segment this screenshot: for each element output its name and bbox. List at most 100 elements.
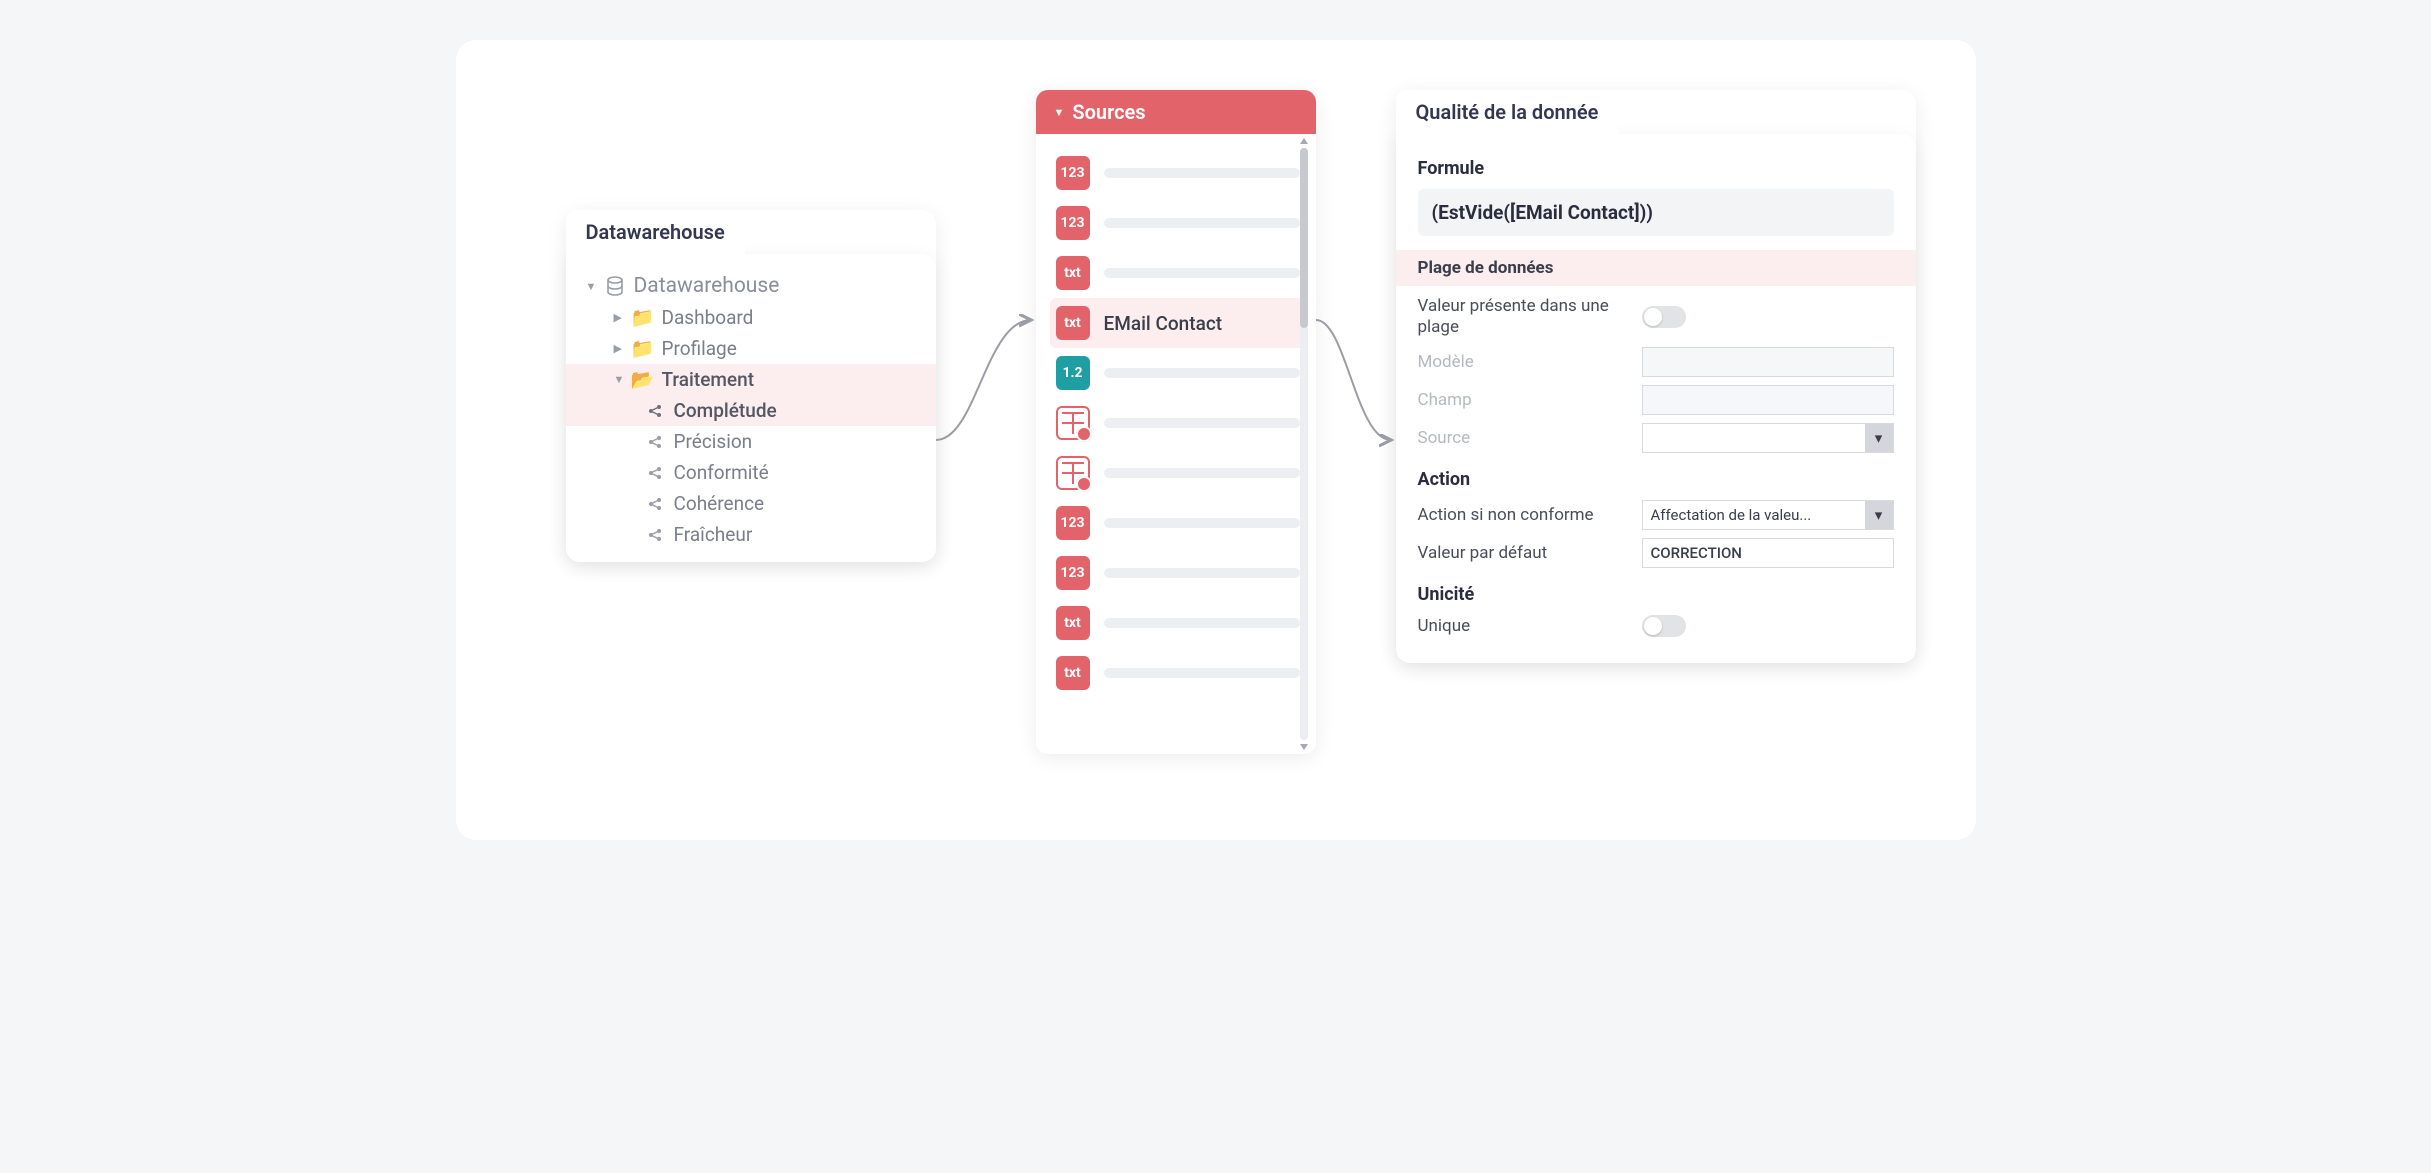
number-type-icon: 123 bbox=[1056, 206, 1090, 240]
valeur-presente-label: Valeur présente dans une plage bbox=[1418, 296, 1628, 339]
toggle-unique[interactable] bbox=[1642, 615, 1686, 637]
folder-icon: 📁 bbox=[632, 337, 654, 360]
panel3-tab: Qualité de la donnée bbox=[1396, 90, 1619, 134]
modele-input[interactable] bbox=[1642, 347, 1894, 377]
sources-list: 123 123 txt txt EMail Contact 1.2 123 123 txt txt bbox=[1036, 134, 1316, 754]
valeur-defaut-label: Valeur par défaut bbox=[1418, 543, 1628, 563]
number-type-icon: 123 bbox=[1056, 506, 1090, 540]
tree-label: Conformité bbox=[674, 461, 769, 484]
share-icon bbox=[644, 403, 666, 419]
placeholder-line bbox=[1104, 468, 1300, 478]
txt-type-icon: txt bbox=[1056, 606, 1090, 640]
tree-label: Dashboard bbox=[662, 306, 754, 329]
tree-label: Profilage bbox=[662, 337, 737, 360]
connector-arrow-icon bbox=[1316, 310, 1396, 460]
placeholder-line bbox=[1104, 368, 1300, 378]
valeur-defaut-value: CORRECTION bbox=[1651, 544, 1742, 562]
source-row[interactable]: 123 bbox=[1050, 198, 1306, 248]
database-icon bbox=[604, 276, 626, 296]
placeholder-line bbox=[1104, 168, 1300, 178]
share-icon bbox=[644, 527, 666, 543]
caret-right-icon: ▶ bbox=[614, 342, 624, 355]
formula-box[interactable]: (EstVide([EMail Contact])) bbox=[1418, 189, 1894, 236]
placeholder-line bbox=[1104, 668, 1300, 678]
action-si-label: Action si non conforme bbox=[1418, 505, 1628, 525]
valeur-defaut-input[interactable]: CORRECTION bbox=[1642, 538, 1894, 568]
unique-label: Unique bbox=[1418, 616, 1628, 636]
txt-type-icon: txt bbox=[1056, 656, 1090, 690]
scrollbar-thumb[interactable] bbox=[1300, 148, 1308, 328]
placeholder-line bbox=[1104, 218, 1300, 228]
tree-item-fraicheur[interactable]: Fraîcheur bbox=[566, 519, 936, 550]
placeholder-line bbox=[1104, 618, 1300, 628]
caret-down-icon: ▼ bbox=[586, 280, 596, 293]
source-row[interactable]: txt bbox=[1050, 598, 1306, 648]
placeholder-line bbox=[1104, 518, 1300, 528]
folder-open-icon: 📂 bbox=[632, 368, 654, 391]
toggle-valeur-presente[interactable] bbox=[1642, 306, 1686, 328]
action-select[interactable]: Affectation de la valeu... ▾ bbox=[1642, 500, 1894, 530]
tree: ▼ Datawarehouse ▶ 📁 Dashboard ▶ 📁 Profil… bbox=[566, 266, 936, 550]
tree-item-coherence[interactable]: Cohérence bbox=[566, 488, 936, 519]
panel-sources: ▼ Sources 123123txttxtEMail Contact1.212… bbox=[1036, 90, 1316, 754]
chevron-down-icon: ▾ bbox=[1865, 424, 1893, 452]
source-row[interactable]: 123 bbox=[1050, 148, 1306, 198]
number-type-icon: 123 bbox=[1056, 156, 1090, 190]
placeholder-line bbox=[1104, 268, 1300, 278]
tree-item-dashboard[interactable]: ▶ 📁 Dashboard bbox=[566, 302, 936, 333]
tree-item-traitement[interactable]: ▼ 📂 Traitement bbox=[566, 364, 936, 395]
datetime-icon bbox=[1056, 406, 1090, 440]
unicite-heading: Unicité bbox=[1418, 584, 1894, 605]
number-type-icon: 123 bbox=[1056, 556, 1090, 590]
source-row[interactable]: txt EMail Contact bbox=[1050, 298, 1306, 348]
source-row[interactable] bbox=[1050, 448, 1306, 498]
source-label: EMail Contact bbox=[1104, 312, 1223, 335]
tree-root[interactable]: ▼ Datawarehouse bbox=[566, 266, 936, 302]
tree-label: Complétude bbox=[674, 399, 777, 422]
source-select[interactable]: ▾ bbox=[1642, 423, 1894, 453]
source-row[interactable]: txt bbox=[1050, 248, 1306, 298]
connector-arrow-icon bbox=[936, 310, 1036, 460]
txt-type-icon: txt bbox=[1056, 306, 1090, 340]
caret-down-icon: ▼ bbox=[614, 373, 624, 386]
tree-item-profilage[interactable]: ▶ 📁 Profilage bbox=[566, 333, 936, 364]
caret-right-icon: ▶ bbox=[614, 311, 624, 324]
tree-label: Cohérence bbox=[674, 492, 765, 515]
source-row[interactable]: 123 bbox=[1050, 548, 1306, 598]
action-select-value: Affectation de la valeu... bbox=[1651, 506, 1812, 524]
chevron-down-icon: ▾ bbox=[1865, 501, 1893, 529]
tree-item-completude[interactable]: Complétude bbox=[566, 395, 936, 426]
panel-datawarehouse: Datawarehouse ▼ Datawarehouse ▶ 📁 Dashbo… bbox=[566, 210, 936, 562]
folder-icon: 📁 bbox=[632, 306, 654, 329]
source-row[interactable]: txt bbox=[1050, 648, 1306, 698]
source-label: Source bbox=[1418, 428, 1628, 448]
datetime-icon bbox=[1056, 456, 1090, 490]
tree-item-precision[interactable]: Précision bbox=[566, 426, 936, 457]
decimal-type-icon: 1.2 bbox=[1056, 356, 1090, 390]
source-row[interactable]: 123 bbox=[1050, 498, 1306, 548]
source-row[interactable] bbox=[1050, 398, 1306, 448]
tree-item-conformite[interactable]: Conformité bbox=[566, 457, 936, 488]
panel-qualite: Qualité de la donnée Formule (EstVide([E… bbox=[1396, 90, 1916, 663]
sources-header[interactable]: ▼ Sources bbox=[1036, 90, 1316, 134]
formule-heading: Formule bbox=[1418, 158, 1894, 179]
share-icon bbox=[644, 434, 666, 450]
panel1-tab: Datawarehouse bbox=[566, 210, 745, 254]
tree-label: Fraîcheur bbox=[674, 523, 753, 546]
tree-label: Traitement bbox=[662, 368, 755, 391]
caret-down-icon: ▼ bbox=[1054, 106, 1065, 119]
champ-input[interactable] bbox=[1642, 385, 1894, 415]
placeholder-line bbox=[1104, 418, 1300, 428]
champ-label: Champ bbox=[1418, 390, 1628, 410]
scrollbar[interactable] bbox=[1300, 148, 1308, 740]
diagram-canvas: Datawarehouse ▼ Datawarehouse ▶ 📁 Dashbo… bbox=[456, 40, 1976, 840]
placeholder-line bbox=[1104, 568, 1300, 578]
source-row[interactable]: 1.2 bbox=[1050, 348, 1306, 398]
action-heading: Action bbox=[1418, 469, 1894, 490]
share-icon bbox=[644, 465, 666, 481]
tree-label: Précision bbox=[674, 430, 753, 453]
share-icon bbox=[644, 496, 666, 512]
plage-heading: Plage de données bbox=[1396, 250, 1916, 286]
sources-title: Sources bbox=[1072, 100, 1145, 124]
txt-type-icon: txt bbox=[1056, 256, 1090, 290]
